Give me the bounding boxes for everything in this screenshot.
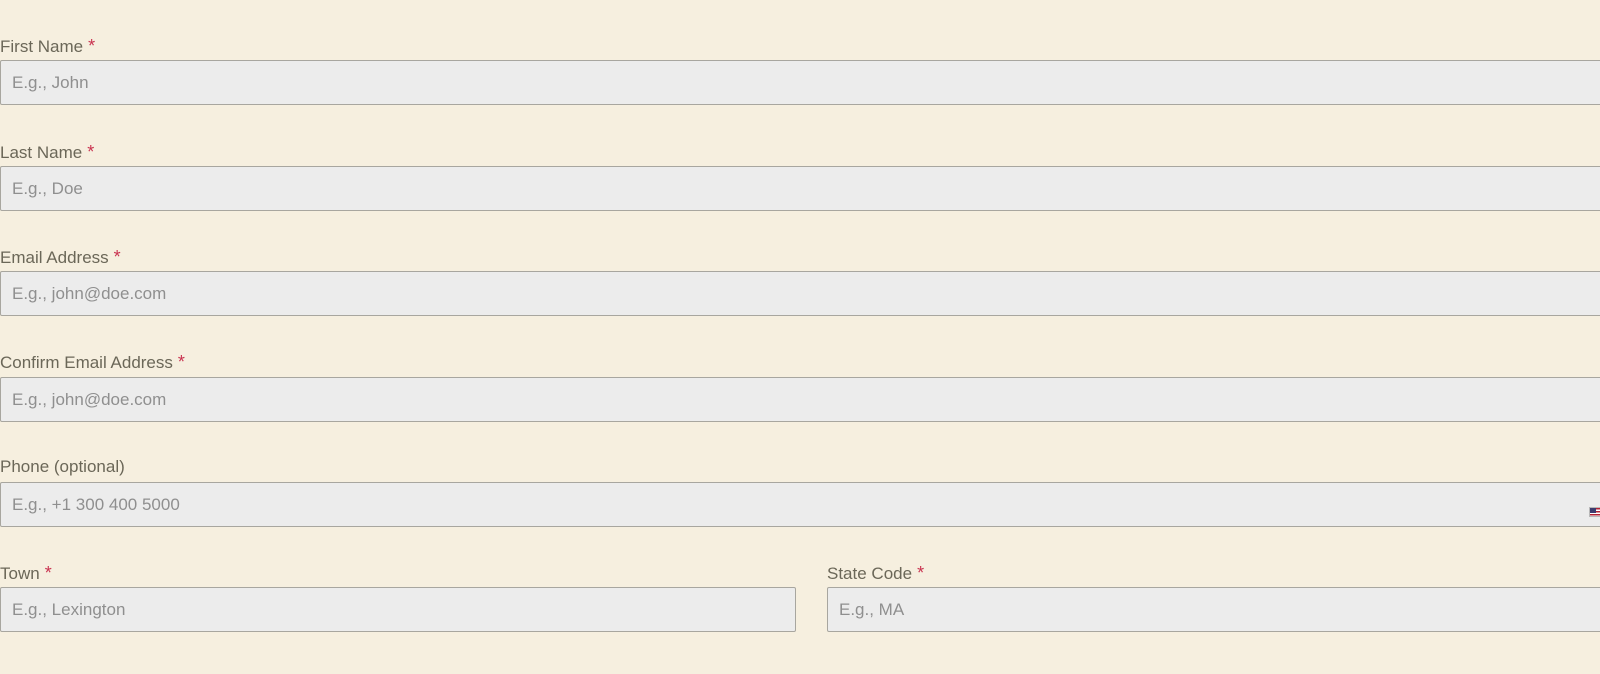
first-name-input[interactable]: [0, 60, 1600, 105]
phone-input[interactable]: [0, 482, 1600, 527]
confirm-email-label: Confirm Email Address *: [0, 351, 185, 373]
required-marker: *: [113, 247, 121, 267]
last-name-label-text: Last Name: [0, 143, 83, 162]
phone-label: Phone (optional): [0, 456, 125, 478]
town-label: Town *: [0, 562, 52, 584]
first-name-label: First Name *: [0, 35, 95, 57]
phone-label-text: Phone (optional): [0, 457, 125, 476]
last-name-input[interactable]: [0, 166, 1600, 211]
us-flag-icon[interactable]: [1589, 507, 1600, 517]
required-marker: *: [917, 563, 925, 583]
email-label-text: Email Address: [0, 248, 109, 267]
town-input[interactable]: [0, 587, 796, 632]
first-name-label-text: First Name: [0, 37, 84, 56]
email-input[interactable]: [0, 271, 1600, 316]
email-label: Email Address *: [0, 246, 121, 268]
required-marker: *: [44, 563, 52, 583]
confirm-email-input[interactable]: [0, 377, 1600, 422]
state-code-label-text: State Code: [827, 564, 913, 583]
contact-form: First Name* Last Name* Email Address* Co…: [0, 0, 1600, 674]
confirm-email-label-text: Confirm Email Address: [0, 353, 173, 372]
state-code-input[interactable]: [827, 587, 1600, 632]
town-label-text: Town: [0, 564, 40, 583]
required-marker: *: [87, 142, 95, 162]
last-name-label: Last Name *: [0, 141, 94, 163]
required-marker: *: [177, 352, 185, 372]
required-marker: *: [88, 36, 96, 56]
state-code-label: State Code *: [827, 562, 924, 584]
